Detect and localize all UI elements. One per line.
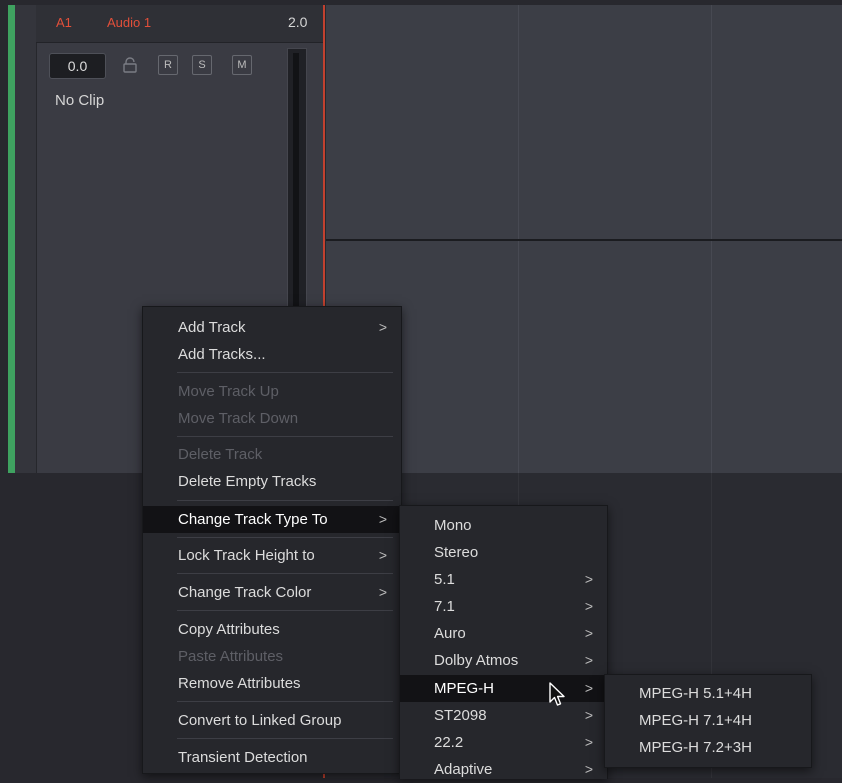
menu-item-label: MPEG-H 7.1+4H <box>639 712 752 729</box>
menu-item-change-track-type[interactable]: Change Track Type To > <box>143 506 401 533</box>
menu-item-label: Move Track Down <box>178 410 299 427</box>
type-item-stereo[interactable]: Stereo <box>400 539 607 566</box>
lane-divider <box>326 239 842 241</box>
track-context-menu: Add Track > Add Tracks... Move Track Up … <box>142 306 402 774</box>
menu-item-label: 7.1 <box>434 598 455 615</box>
menu-item-label: Convert to Linked Group <box>178 712 342 729</box>
menu-item-label: Dolby Atmos <box>434 652 519 669</box>
menu-item-add-track[interactable]: Add Track > <box>143 314 401 341</box>
menu-item-paste-attributes: Paste Attributes <box>143 643 401 670</box>
menu-item-label: 5.1 <box>434 571 455 588</box>
menu-item-label: Add Tracks... <box>178 346 266 363</box>
submenu-arrow-icon: > <box>584 707 593 723</box>
menu-separator <box>177 372 393 373</box>
menu-item-change-track-color[interactable]: Change Track Color > <box>143 579 401 606</box>
menu-item-label: Change Track Color <box>178 584 312 601</box>
menu-item-label: Copy Attributes <box>178 621 280 638</box>
menu-item-delete-track: Delete Track <box>143 441 401 468</box>
menu-item-copy-attributes[interactable]: Copy Attributes <box>143 616 401 643</box>
menu-item-label: Paste Attributes <box>178 648 284 665</box>
menu-item-label: MPEG-H 5.1+4H <box>639 685 752 702</box>
track-id: A1 <box>56 15 72 30</box>
submenu-arrow-icon: > <box>584 571 593 587</box>
menu-item-remove-attributes[interactable]: Remove Attributes <box>143 670 401 697</box>
menu-item-label: Delete Empty Tracks <box>178 473 317 490</box>
submenu-arrow-icon: > <box>584 652 593 668</box>
mpeg-h-item-7-2-3h[interactable]: MPEG-H 7.2+3H <box>605 734 811 761</box>
submenu-arrow-icon: > <box>378 319 387 335</box>
menu-separator <box>177 573 393 574</box>
menu-item-transient-detection[interactable]: Transient Detection <box>143 744 401 771</box>
menu-separator <box>177 701 393 702</box>
submenu-arrow-icon: > <box>378 584 387 600</box>
track-color-strip <box>8 5 15 473</box>
mpeg-h-item-7-1-4h[interactable]: MPEG-H 7.1+4H <box>605 707 811 734</box>
track-name[interactable]: Audio 1 <box>107 15 151 30</box>
type-item-adaptive[interactable]: Adaptive > <box>400 756 607 783</box>
mpeg-h-item-5-1-4h[interactable]: MPEG-H 5.1+4H <box>605 680 811 707</box>
menu-item-label: Move Track Up <box>178 383 279 400</box>
lock-icon[interactable] <box>122 57 138 73</box>
track-type-submenu: Mono Stereo 5.1 > 7.1 > Auro > Dolby Atm… <box>399 505 608 779</box>
menu-separator <box>177 537 393 538</box>
menu-item-add-tracks[interactable]: Add Tracks... <box>143 341 401 368</box>
type-item-st2098[interactable]: ST2098 > <box>400 702 607 729</box>
menu-item-lock-track-height[interactable]: Lock Track Height to > <box>143 542 401 569</box>
menu-item-label: MPEG-H 7.2+3H <box>639 739 752 756</box>
menu-item-label: Auro <box>434 625 466 642</box>
menu-item-label: Change Track Type To <box>178 511 328 528</box>
menu-item-move-track-down: Move Track Down <box>143 405 401 432</box>
mute-button[interactable]: M <box>232 55 252 75</box>
mpeg-h-submenu: MPEG-H 5.1+4H MPEG-H 7.1+4H MPEG-H 7.2+3… <box>604 674 812 768</box>
menu-item-move-track-up: Move Track Up <box>143 378 401 405</box>
menu-item-label: Adaptive <box>434 761 493 778</box>
menu-separator <box>177 738 393 739</box>
clip-status: No Clip <box>55 92 105 109</box>
track-format: 2.0 <box>288 14 308 30</box>
submenu-arrow-icon: > <box>584 734 593 750</box>
submenu-arrow-icon: > <box>584 761 593 777</box>
menu-item-label: MPEG-H <box>434 680 494 697</box>
type-item-7-1[interactable]: 7.1 > <box>400 593 607 620</box>
record-arm-button[interactable]: R <box>158 55 178 75</box>
menu-item-label: Remove Attributes <box>178 675 301 692</box>
menu-item-delete-empty-tracks[interactable]: Delete Empty Tracks <box>143 468 401 495</box>
type-item-5-1[interactable]: 5.1 > <box>400 566 607 593</box>
menu-separator <box>177 500 393 501</box>
type-item-mpeg-h[interactable]: MPEG-H > <box>400 675 607 702</box>
submenu-arrow-icon: > <box>378 547 387 563</box>
type-item-mono[interactable]: Mono <box>400 512 607 539</box>
submenu-arrow-icon: > <box>584 598 593 614</box>
mouse-pointer-icon <box>548 682 568 708</box>
solo-button[interactable]: S <box>192 55 212 75</box>
submenu-arrow-icon: > <box>584 625 593 641</box>
menu-item-label: 22.2 <box>434 734 464 751</box>
menu-item-label: ST2098 <box>434 707 487 724</box>
submenu-arrow-icon: > <box>378 511 387 527</box>
menu-item-convert-linked-group[interactable]: Convert to Linked Group <box>143 707 401 734</box>
type-item-22-2[interactable]: 22.2 > <box>400 729 607 756</box>
type-item-auro[interactable]: Auro > <box>400 620 607 647</box>
menu-item-label: Delete Track <box>178 446 263 463</box>
type-item-dolby-atmos[interactable]: Dolby Atmos > <box>400 647 607 674</box>
menu-item-label: Mono <box>434 517 472 534</box>
submenu-arrow-icon: > <box>584 680 593 696</box>
menu-item-label: Stereo <box>434 544 479 561</box>
menu-item-label: Add Track <box>178 319 246 336</box>
menu-separator <box>177 436 393 437</box>
menu-item-label: Transient Detection <box>178 749 308 766</box>
track-name-row: A1 Audio 1 2.0 <box>36 5 323 43</box>
track-header-gutter <box>15 5 37 473</box>
menu-item-label: Lock Track Height to <box>178 547 315 564</box>
track-volume-field[interactable]: 0.0 <box>49 53 106 79</box>
menu-separator <box>177 610 393 611</box>
